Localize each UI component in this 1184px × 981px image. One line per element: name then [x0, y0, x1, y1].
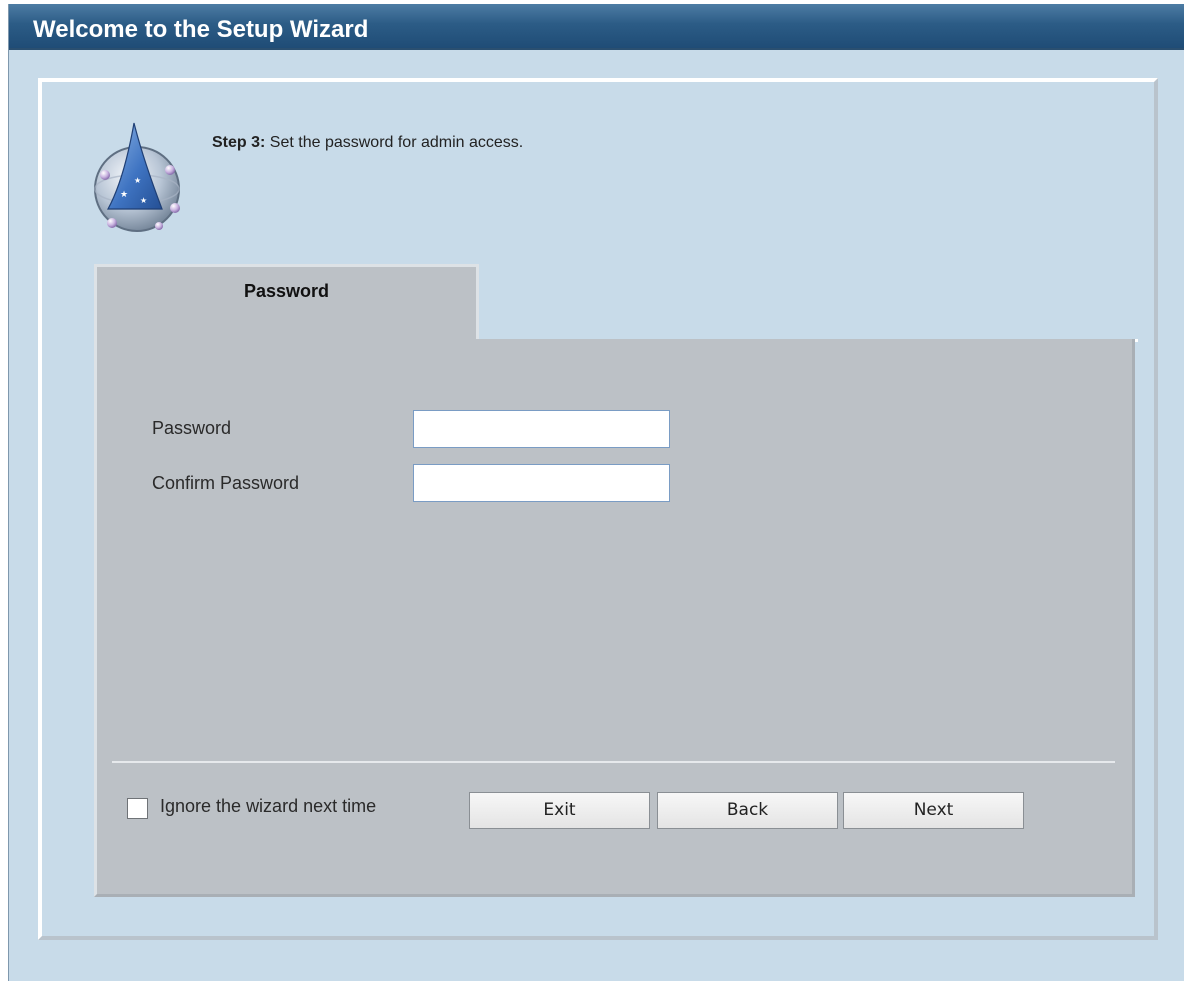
step-instruction: Step 3: Set the password for admin acces… [212, 134, 523, 152]
wizard-hat-icon: ★ ★ ★ [94, 122, 180, 232]
svg-text:★: ★ [134, 176, 141, 185]
setup-wizard-window: Welcome to the Setup Wizard ★ ★ ★ Step 3… [8, 4, 1184, 981]
title-bar: Welcome to the Setup Wizard [9, 4, 1184, 50]
step-number: Step 3: [212, 134, 266, 151]
tab-password[interactable]: Password [94, 264, 479, 342]
tab-password-label: Password [243, 281, 330, 301]
svg-text:★: ★ [120, 190, 128, 200]
panel-divider [112, 761, 1115, 763]
next-button[interactable]: Next [843, 792, 1024, 829]
ignore-wizard-checkbox[interactable] [127, 798, 148, 819]
confirm-password-input[interactable] [413, 464, 670, 502]
wizard-frame: ★ ★ ★ Step 3: Set the password for admin… [38, 78, 1158, 940]
ignore-wizard-label: Ignore the wizard next time [160, 796, 377, 816]
window-title: Welcome to the Setup Wizard [33, 16, 369, 43]
password-label: Password [152, 418, 232, 438]
password-input[interactable] [413, 410, 670, 448]
confirm-password-label: Confirm Password [152, 473, 300, 493]
password-panel: Password Confirm Password Ignore the wiz… [94, 339, 1135, 897]
back-button[interactable]: Back [657, 792, 838, 829]
step-text: Set the password for admin access. [265, 134, 524, 151]
exit-button[interactable]: Exit [469, 792, 650, 829]
svg-text:★: ★ [140, 196, 147, 205]
